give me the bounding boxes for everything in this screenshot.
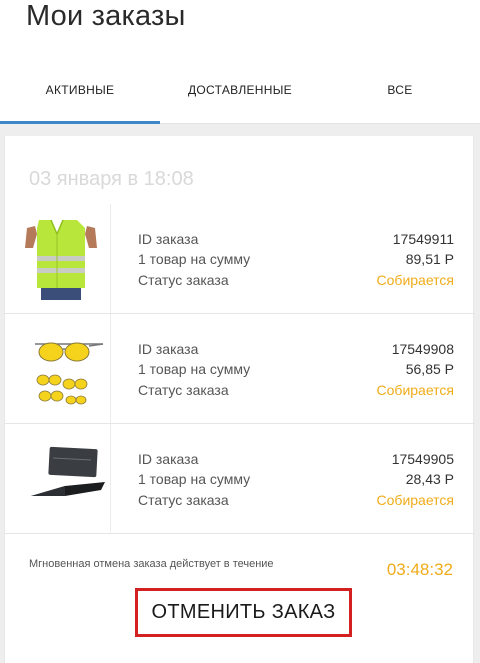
tab-active[interactable]: АКТИВНЫЕ	[0, 60, 160, 120]
tab-delivered[interactable]: ДОСТАВЛЕННЫЕ	[160, 60, 320, 120]
order-sum-label: 1 товар на сумму	[138, 471, 251, 487]
cancel-note: Мгновенная отмена заказа действует в теч…	[29, 558, 274, 570]
cancel-order-button[interactable]: ОТМЕНИТЬ ЗАКАЗ	[135, 588, 352, 637]
order-date: 03 января в 18:08	[29, 168, 194, 190]
order-sum-label: 1 товар на сумму	[138, 251, 251, 267]
order-item[interactable]: ID заказа 17549911 1 товар на сумму 89,5…	[5, 204, 475, 314]
order-id-value: 17549908	[391, 341, 454, 357]
order-status-label: Статус заказа	[138, 272, 229, 288]
order-status-value: Собирается	[376, 492, 454, 508]
cancel-timer: 03:48:32	[386, 560, 453, 579]
order-item[interactable]: ID заказа 17549905 1 товар на сумму 28,4…	[5, 424, 475, 534]
order-card[interactable]: 03 января в 18:08 ID заказа 17549911 1 т…	[4, 136, 475, 663]
order-id-label: ID заказа	[138, 451, 199, 467]
tab-bar: АКТИВНЫЕ ДОСТАВЛЕННЫЕ ВСЕ	[0, 60, 480, 124]
order-status-label: Статус заказа	[138, 382, 229, 398]
order-status-label: Статус заказа	[138, 492, 229, 508]
order-id-value: 17549911	[392, 231, 454, 247]
tab-all[interactable]: ВСЕ	[320, 60, 480, 120]
order-sum-value: 56,85 Р	[405, 361, 454, 377]
app-header: Мои заказы	[0, 0, 480, 56]
sunglasses-image	[5, 314, 111, 423]
card-knife-image	[5, 424, 111, 533]
order-sum-value: 28,43 Р	[405, 471, 454, 487]
order-sum-label: 1 товар на сумму	[138, 361, 251, 377]
order-sum-value: 89,51 Р	[405, 251, 454, 267]
order-status-value: Собирается	[376, 382, 454, 398]
order-item[interactable]: ID заказа 17549908 1 товар на сумму 56,8…	[5, 314, 475, 424]
order-id-label: ID заказа	[138, 341, 199, 357]
order-id-value: 17549905	[391, 451, 454, 467]
order-status-value: Собирается	[376, 272, 454, 288]
safety-vest-image	[5, 204, 111, 313]
page-title: Мои заказы	[26, 0, 186, 32]
order-id-label: ID заказа	[138, 231, 199, 247]
